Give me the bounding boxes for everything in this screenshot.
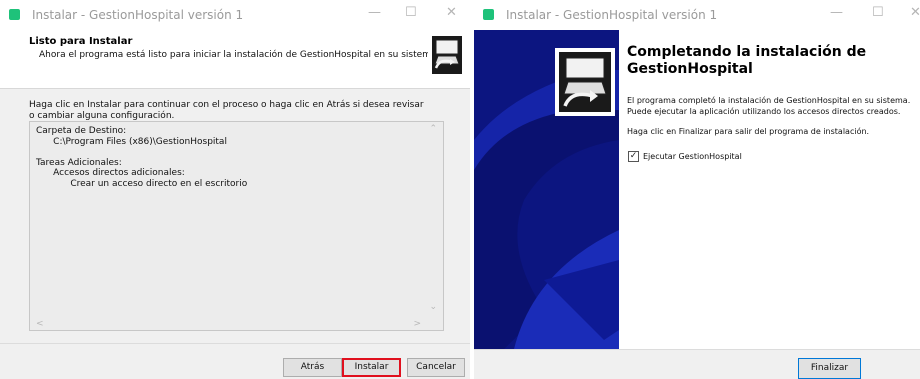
install-button[interactable]: Instalar: [342, 358, 401, 377]
memo-line: Crear un acceso directo en el escritorio: [36, 178, 248, 189]
page-title: Listo para Instalar: [29, 36, 133, 47]
cancel-button[interactable]: Cancelar: [407, 358, 465, 377]
memo-text: Carpeta de Destino: C:\Program Files (x8…: [36, 126, 247, 189]
finish-heading: Completando la instalación de GestionHos…: [627, 44, 867, 77]
button-bar: Finalizar: [474, 349, 920, 379]
maximize-icon[interactable]: ☐: [405, 5, 417, 20]
installer-sidebar-image: [474, 30, 619, 349]
back-button[interactable]: Atrás: [283, 358, 342, 377]
scroll-right-icon[interactable]: >: [413, 319, 421, 329]
minimize-icon[interactable]: —: [368, 5, 381, 20]
scroll-left-icon[interactable]: <: [36, 319, 44, 329]
close-icon[interactable]: ✕: [446, 5, 457, 20]
maximize-icon[interactable]: ☐: [872, 5, 884, 20]
minimize-icon[interactable]: —: [830, 5, 843, 20]
memo-line: Carpeta de Destino:: [36, 126, 127, 136]
app-icon: [9, 9, 20, 20]
window-title: Instalar - GestionHospital versión 1: [32, 8, 244, 22]
install-ready-window: Instalar - GestionHospital versión 1 — ☐…: [0, 0, 470, 379]
memo-line: C:\Program Files (x86)\GestionHospital: [36, 136, 227, 147]
finish-content: Completando la instalación de GestionHos…: [619, 30, 920, 349]
scroll-down-icon[interactable]: ⌄: [429, 302, 437, 312]
installer-logo-icon: [428, 32, 466, 78]
install-finished-window: Instalar - GestionHospital versión 1 — ☐…: [474, 0, 920, 379]
title-bar: Instalar - GestionHospital versión 1 — ☐…: [0, 0, 470, 30]
run-app-label[interactable]: Ejecutar GestionHospital: [643, 152, 742, 161]
wizard-header: Listo para Instalar Ahora el programa es…: [0, 30, 470, 88]
memo-line: Accesos directos adicionales:: [36, 168, 185, 178]
button-bar: Atrás Instalar Cancelar: [0, 343, 470, 379]
app-icon: [483, 9, 494, 20]
run-app-checkbox[interactable]: ✓: [628, 151, 639, 162]
instructions-text: Haga clic en Instalar para continuar con…: [29, 100, 424, 121]
scroll-up-icon[interactable]: ⌃: [429, 124, 437, 134]
finish-message: El programa completó la instalación de G…: [627, 96, 911, 116]
finish-instructions: Haga clic en Finalizar para salir del pr…: [627, 127, 870, 136]
close-icon[interactable]: ✕: [910, 5, 920, 20]
wizard-body: Haga clic en Instalar para continuar con…: [0, 89, 470, 343]
finish-button[interactable]: Finalizar: [798, 358, 861, 379]
summary-memo[interactable]: Carpeta de Destino: C:\Program Files (x8…: [29, 121, 444, 331]
window-title: Instalar - GestionHospital versión 1: [506, 8, 718, 22]
memo-line: Tareas Adicionales:: [36, 157, 122, 168]
title-bar: Instalar - GestionHospital versión 1 — ☐…: [474, 0, 920, 30]
page-subtitle: Ahora el programa está listo para inicia…: [39, 50, 440, 60]
